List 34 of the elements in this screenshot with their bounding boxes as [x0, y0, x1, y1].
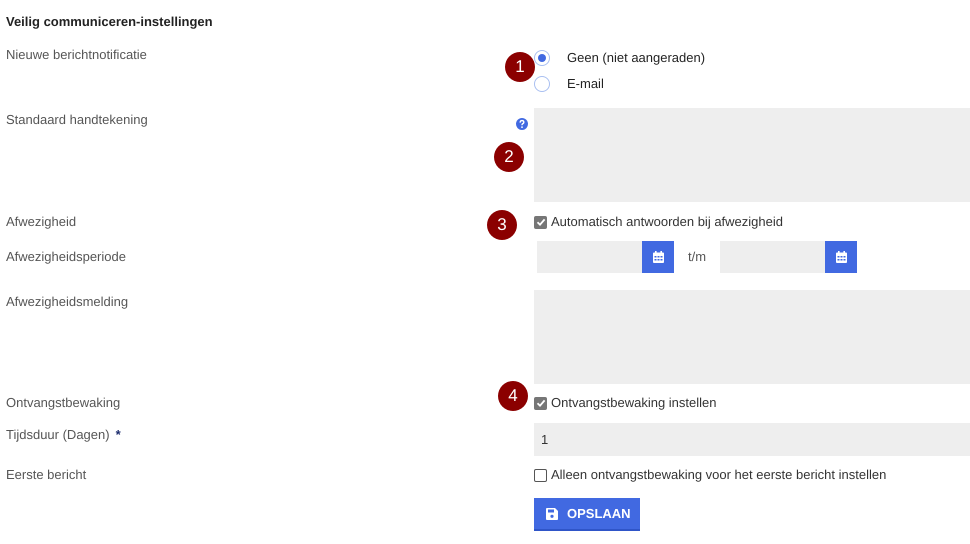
- callout-badge: 1: [505, 52, 535, 82]
- input-field[interactable]: 1: [534, 423, 970, 456]
- field-label: Nieuwe berichtnotificatie: [6, 46, 147, 64]
- checkbox[interactable]: [534, 396, 547, 410]
- callout-badge: 2: [494, 142, 524, 172]
- section-title: Veilig communiceren-instellingen: [5, 13, 213, 30]
- calendar-button[interactable]: [825, 241, 857, 273]
- help-icon[interactable]: [516, 118, 528, 130]
- field-label: Afwezigheid: [6, 213, 76, 231]
- checkbox[interactable]: [534, 216, 547, 228]
- field-label: Tijdsduur (Dagen): [6, 426, 110, 444]
- checkbox-label: Alleen ontvangstbewaking voor het eerste bericht instellen: [551, 466, 886, 484]
- calendar-button[interactable]: [642, 241, 674, 273]
- range-separator: t/m: [688, 248, 706, 266]
- calendar-icon: [652, 251, 664, 263]
- checkbox-label: Ontvangstbewaking instellen: [551, 394, 716, 412]
- field-label: Ontvangstbewaking: [6, 394, 120, 412]
- calendar-icon: [836, 251, 846, 263]
- radio-label: Geen (niet aangeraden): [567, 49, 706, 68]
- callout-badge: 4: [498, 381, 528, 411]
- field-label: Eerste bericht: [6, 466, 86, 484]
- radio-button[interactable]: [534, 50, 550, 66]
- date-field[interactable]: [537, 241, 642, 273]
- field-label: Afwezigheidsmelding: [6, 293, 128, 311]
- radio-label: E-mail: [567, 75, 604, 94]
- save-button[interactable]: OPSLAAN: [534, 498, 640, 531]
- checkbox-label: Automatisch antwoorden bij afwezigheid: [551, 213, 783, 232]
- required-mark: *: [116, 426, 121, 444]
- checkbox[interactable]: [534, 468, 547, 482]
- callout-badge: 3: [487, 210, 517, 240]
- field-label: Standaard handtekening: [6, 111, 148, 129]
- field-label: Afwezigheidsperiode: [6, 248, 126, 266]
- radio-button[interactable]: [534, 76, 550, 92]
- date-field[interactable]: [720, 241, 825, 273]
